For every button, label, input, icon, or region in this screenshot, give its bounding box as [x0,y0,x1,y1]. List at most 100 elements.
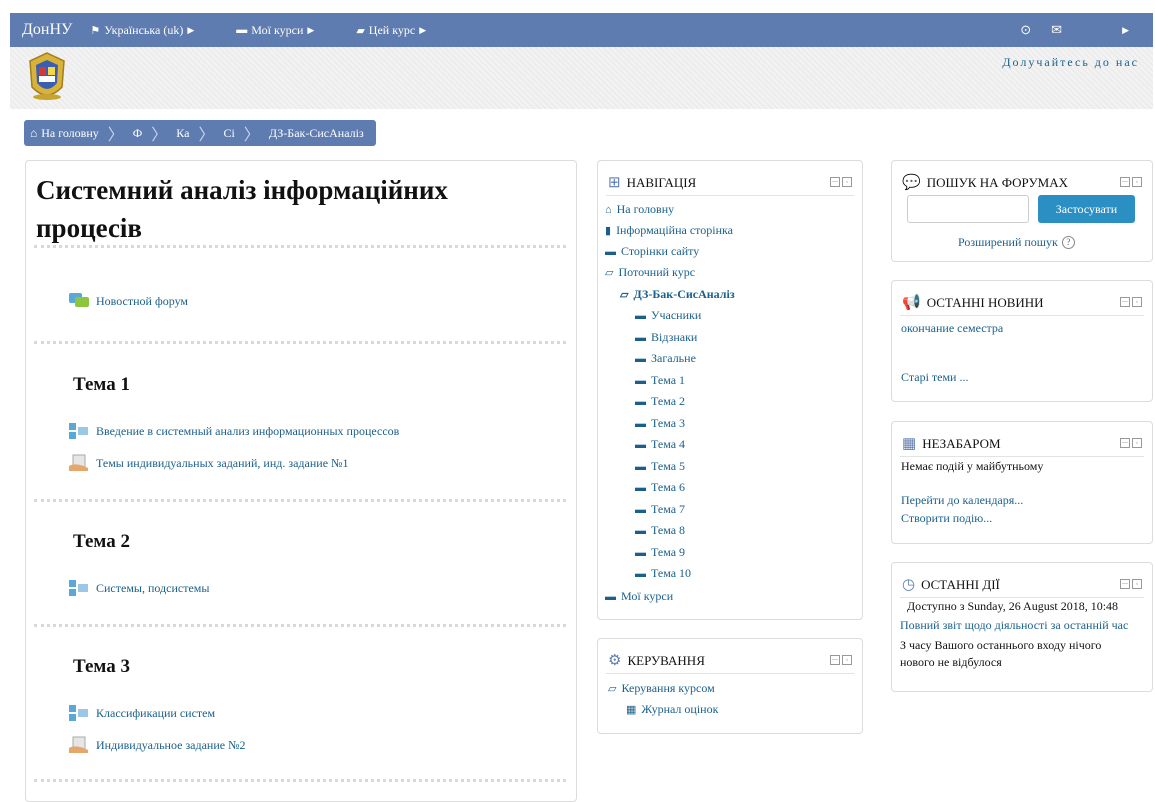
nav-home[interactable]: ⌂ На головну [605,202,674,217]
page-activity[interactable]: Классификации систем [68,704,215,722]
this-course-menu[interactable]: ▰ Цей курс ▶ [356,23,426,38]
nav-sub-label: Тема 5 [651,459,686,473]
breadcrumb-item[interactable]: Ка [176,126,189,141]
collapse-icon[interactable]: — [1120,177,1130,187]
dock-icon[interactable]: ‹ [1132,438,1142,448]
section-divider [34,245,566,248]
collapse-icon[interactable]: — [830,655,840,665]
nav-course-name[interactable]: ▱ ДЗ-Бак-СисАналіз [620,287,735,302]
dock-icon[interactable]: ‹ [842,177,852,187]
caret-right-icon: ▶ [187,24,195,35]
dock-icon[interactable]: ‹ [1132,177,1142,187]
folder-icon: ▬ [635,481,646,494]
dock-icon[interactable]: ‹ [842,655,852,665]
folder-icon: ▬ [635,331,646,344]
caret-right-icon: ▶ [307,24,315,35]
nav-sub-item[interactable]: ▬ Тема 10 [635,566,691,581]
user-menu-caret-icon[interactable]: ▶ [1122,25,1129,36]
messages-icon[interactable]: ✉ [1051,22,1062,38]
news-block-title: 📢 ОСТАННІ НОВИНИ [902,293,1044,312]
dock-icon[interactable]: ‹ [1132,297,1142,307]
forum-icon [68,292,90,310]
forum-activity[interactable]: Новостной форум [68,292,188,310]
activity-link[interactable]: Индивидуальное задание №2 [96,738,246,753]
block-divider [606,673,854,674]
briefcase-icon: ▬ [236,24,248,36]
collapse-icon[interactable]: — [830,177,840,187]
nav-sub-item[interactable]: ▬ Учасники [635,308,701,323]
nav-sub-item[interactable]: ▬ Тема 2 [635,394,685,409]
news-item-link[interactable]: окончание семестра [901,321,1003,336]
collapse-icon[interactable]: — [1120,297,1130,307]
section-divider [34,341,566,344]
nav-info-page[interactable]: ▮ Інформаційна сторінка [605,223,733,238]
folder-icon: ▬ [635,309,646,322]
activity-link[interactable]: Классификации систем [96,706,215,721]
breadcrumb-item[interactable]: Ф [133,126,142,141]
book-module-icon [68,422,90,440]
bullhorn-icon: 📢 [902,295,921,311]
forum-link[interactable]: Новостной форум [96,294,188,309]
activity-link[interactable]: Введение в системный анализ информационн… [96,424,399,439]
nav-site-pages[interactable]: ▬ Сторінки сайту [605,244,699,259]
nav-sub-item[interactable]: ▬ Тема 6 [635,480,685,495]
activity-link[interactable]: Системы, подсистемы [96,581,209,596]
nav-sub-label: Загальне [651,351,696,365]
collapse-icon[interactable]: — [1120,579,1130,589]
join-us-link[interactable]: Долучайтесь до нас [1002,55,1139,70]
forum-search-input[interactable] [907,195,1029,223]
nav-sub-item[interactable]: ▬ Тема 9 [635,545,685,560]
nav-sub-item[interactable]: ▬ Тема 5 [635,459,685,474]
assignment-activity[interactable]: Темы индивидуальных заданий, инд. задани… [68,454,348,472]
folder-icon: ▬ [635,567,646,580]
breadcrumb-home[interactable]: На головну [41,126,99,141]
help-icon[interactable]: ? [1061,236,1075,249]
search-apply-button[interactable]: Застосувати [1038,195,1135,223]
course-admin-item[interactable]: ▱ Керування курсом [608,681,715,696]
breadcrumb-current[interactable]: ДЗ-Бак-СисАналіз [269,126,364,141]
nav-sub-item[interactable]: ▬ Тема 1 [635,373,685,388]
folder-open-icon: ▱ [620,289,629,301]
table-icon: ▦ [626,704,637,716]
nav-current-course-label: Поточний курс [618,265,696,279]
gradebook-item[interactable]: ▦ Журнал оцінок [626,702,718,717]
notifications-icon[interactable]: ⊙ [1020,22,1031,38]
full-report-link[interactable]: Повний звіт щодо діяльності за останній … [900,618,1128,633]
nav-sub-item[interactable]: ▬ Тема 4 [635,437,685,452]
nav-home-label: На головну [616,202,675,216]
new-event-link[interactable]: Створити подію... [901,511,992,526]
nav-sub-item[interactable]: ▬ Тема 7 [635,502,685,517]
page-activity[interactable]: Введение в системный анализ информационн… [68,422,399,440]
nav-sub-label: Відзнаки [651,330,698,344]
navigation-title-text: НАВІГАЦІЯ [626,174,697,190]
nav-current-course[interactable]: ▱ Поточний курс [605,265,695,280]
topic-heading: Тема 3 [73,656,130,677]
older-topics-link[interactable]: Старі теми ... [901,370,968,385]
section-divider [34,624,566,627]
top-navbar: ДонНУ ⚑ Українська (uk) ▶ ▬ Мої курси ▶ … [10,13,1153,47]
nav-my-courses[interactable]: ▬ Мої курси [605,589,673,604]
assignment-activity[interactable]: Индивидуальное задание №2 [68,736,246,754]
activity-link[interactable]: Темы индивидуальных заданий, инд. задани… [96,456,348,471]
calendar-link[interactable]: Перейти до календаря... [901,493,1023,508]
site-brand[interactable]: ДонНУ [22,21,72,39]
nav-sub-item[interactable]: ▬ Загальне [635,351,696,366]
flag-icon: ⚑ [90,24,101,37]
block-controls: — ‹ [1118,579,1142,589]
nav-my-courses-label: Мої курси [621,589,674,603]
nav-sub-item[interactable]: ▬ Відзнаки [635,330,697,345]
collapse-icon[interactable]: — [1120,438,1130,448]
nav-sub-item[interactable]: ▬ Тема 8 [635,523,685,538]
page-activity[interactable]: Системы, подсистемы [68,579,209,597]
nav-sub-item[interactable]: ▬ Тема 3 [635,416,685,431]
advanced-search-link[interactable]: Розширений пошук ? [958,235,1075,250]
caret-right-icon: ▶ [419,24,427,35]
dock-icon[interactable]: ‹ [1132,579,1142,589]
my-courses-menu[interactable]: ▬ Мої курси ▶ [236,23,314,38]
block-divider [606,195,854,196]
nav-sub-label: Тема 8 [651,523,686,537]
block-divider [900,315,1144,316]
language-label: Українська (uk) [104,22,184,37]
language-menu[interactable]: ⚑ Українська (uk) ▶ [90,23,194,38]
breadcrumb-item[interactable]: Сі [223,126,234,141]
